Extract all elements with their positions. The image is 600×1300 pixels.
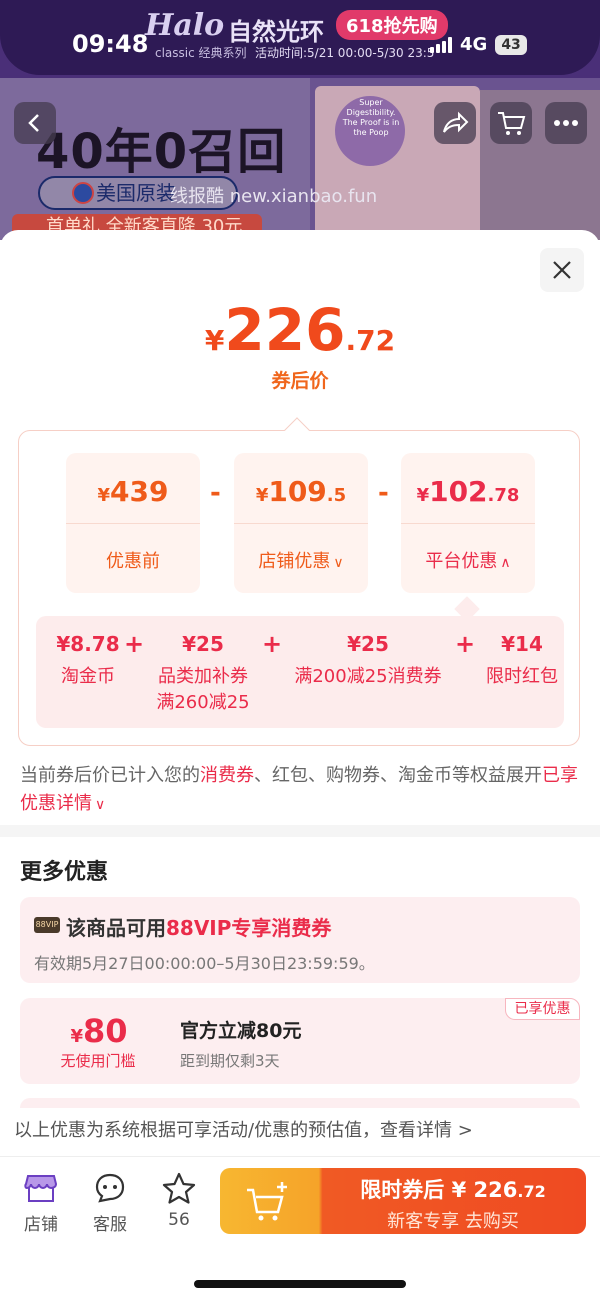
calc-card-original: ¥439 优惠前	[66, 453, 200, 593]
watermark: 线报酷 new.xianbao.fun	[170, 186, 378, 207]
home-indicator[interactable]	[194, 1280, 406, 1288]
brand-name: 自然光环	[228, 18, 324, 46]
breakdown-item-consumer-coupon: ¥25 满200减25消费券	[294, 632, 442, 687]
plus-operator: +	[455, 630, 476, 658]
promo-time: 活动时间:5/21 00:00-5/30 23:5	[255, 46, 435, 60]
calc-label-store: 店铺优惠	[258, 551, 331, 572]
minus-operator: -	[378, 478, 389, 508]
customer-service-label: 客服	[93, 1215, 127, 1235]
buy-button-price: 限时券后 ¥ 226.72	[360, 1178, 546, 1202]
chevron-down-icon: ∨	[333, 555, 344, 571]
platform-discount-value: 102	[429, 475, 488, 508]
close-button[interactable]	[540, 248, 584, 292]
us-flag-icon	[72, 182, 94, 204]
minus-operator: -	[210, 478, 221, 508]
store-label: 店铺	[24, 1215, 58, 1235]
calc-label-platform: 平台优惠	[425, 551, 498, 572]
favorite-button[interactable]: 56	[149, 1170, 209, 1230]
more-button[interactable]	[545, 102, 587, 144]
breakdown-item-category-coupon: ¥25 品类加补券 满260减25	[156, 632, 250, 713]
coupon-expiry: 距到期仅剩3天	[180, 1052, 280, 1070]
add-to-cart-icon[interactable]	[244, 1180, 290, 1228]
hero-headline: 40年0召回	[36, 124, 287, 180]
chat-bubble-icon	[95, 1173, 125, 1203]
calc-card-platform-discount[interactable]: ¥102.78 平台优惠 ∧	[401, 453, 535, 593]
coupon-title: 官方立减80元	[180, 1020, 302, 1042]
notice-highlight: 消费券	[200, 765, 254, 786]
chevron-left-icon	[28, 114, 39, 132]
chevron-up-icon: ∧	[500, 555, 511, 571]
next-coupon-card	[20, 1098, 580, 1108]
bag-text: Super Digestibility. The Proof is in the…	[342, 98, 400, 137]
chevron-down-icon[interactable]: ∨	[95, 797, 105, 813]
vip-coupon-title: 该商品可用88VIP专享消费券	[66, 916, 332, 940]
estimate-disclaimer[interactable]: 以上优惠为系统根据可享活动/优惠的预估值，查看详情 >	[0, 1108, 600, 1154]
breakdown-item-red-packet: ¥14 限时红包	[486, 632, 558, 687]
close-icon	[553, 261, 571, 279]
coupon-amount: ¥80	[70, 1012, 128, 1050]
final-price: ¥226.72	[0, 296, 600, 364]
brand-subtitle: classic 经典系列	[155, 46, 247, 60]
share-button[interactable]	[434, 102, 476, 144]
customer-service-button[interactable]: 客服	[80, 1170, 140, 1235]
price-notice: 当前券后价已计入您的消费券、红包、购物券、淘金币等权益展开已享优惠详情 ∨	[20, 765, 578, 814]
store-discount-value: 109	[268, 475, 327, 508]
star-icon	[162, 1172, 196, 1204]
back-button[interactable]	[14, 102, 56, 144]
breakdown-item-coins: ¥8.78 淘金币	[56, 632, 120, 687]
network-type: 4G	[460, 34, 488, 55]
signal-icon	[430, 36, 452, 53]
vip-validity: 有效期5月27日00:00:00–5月30日23:59:59。	[34, 954, 375, 973]
more-icon	[554, 120, 578, 126]
price-currency: ¥	[204, 324, 225, 357]
status-indicators: 4G 43	[430, 34, 527, 55]
section-divider	[0, 825, 600, 837]
share-icon	[443, 111, 469, 133]
calc-card-store-discount[interactable]: ¥109.5 店铺优惠 ∨	[234, 453, 368, 593]
plus-operator: +	[124, 630, 145, 658]
coupon-condition: 无使用门槛	[60, 1052, 136, 1070]
more-offers-title: 更多优惠	[20, 860, 109, 885]
cart-button[interactable]	[490, 102, 532, 144]
price-decimal: .72	[345, 324, 396, 357]
favorite-count: 56	[168, 1210, 190, 1230]
status-time: 09:48	[72, 30, 149, 58]
original-price: 439	[110, 475, 169, 508]
battery-icon: 43	[495, 34, 527, 55]
store-button[interactable]: 店铺	[11, 1170, 71, 1235]
price-caption: 券后价	[271, 370, 329, 392]
brand-logo: Halo	[145, 8, 225, 43]
store-icon	[24, 1175, 58, 1202]
buy-button-subtitle: 新客专享 去购买	[387, 1211, 519, 1232]
plus-operator: +	[262, 630, 283, 658]
vip-badge-icon: 88VIP	[34, 917, 60, 933]
applied-badge: 已享优惠	[505, 998, 580, 1020]
calc-label-original: 优惠前	[106, 551, 160, 572]
price-integer: 226	[224, 296, 346, 364]
cart-icon	[498, 112, 526, 135]
